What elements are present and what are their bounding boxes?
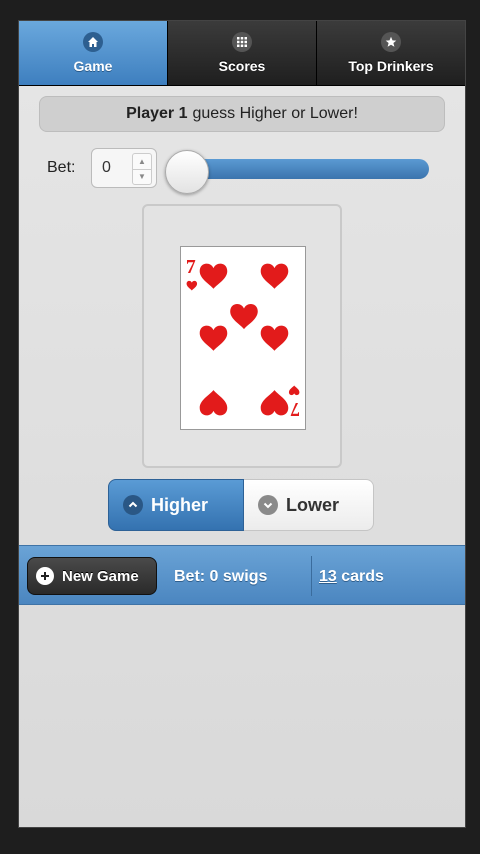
cards-label: cards [341, 568, 384, 585]
stepper-up-icon[interactable]: ▲ [133, 154, 151, 170]
cards-count[interactable]: 13 [319, 568, 337, 585]
tab-top-drinkers[interactable]: Top Drinkers [317, 21, 465, 85]
svg-text:7: 7 [290, 398, 300, 420]
divider [311, 556, 312, 596]
grid-icon [232, 32, 252, 52]
cards-remaining[interactable]: 13 cards [319, 568, 384, 586]
chevron-up-icon [123, 495, 143, 515]
chevron-down-icon [258, 495, 278, 515]
home-icon [83, 32, 103, 52]
plus-icon [36, 567, 54, 585]
bet-slider-handle[interactable] [165, 150, 209, 194]
tab-game-label: Game [73, 58, 113, 74]
player-name: Player 1 [126, 105, 188, 122]
tab-scores-label: Scores [218, 58, 266, 74]
card-area: 7 7 [142, 204, 342, 468]
higher-button[interactable]: Higher [108, 479, 244, 531]
tab-top-drinkers-label: Top Drinkers [348, 58, 434, 74]
navbar: Game Scores Top Drinkers [19, 21, 465, 86]
bet-input[interactable]: 0 ▲ ▼ [91, 148, 157, 188]
stepper-down-icon[interactable]: ▼ [133, 169, 151, 184]
lower-button[interactable]: Lower [244, 479, 374, 531]
app-frame: Game Scores Top Drinkers Player 1 guess … [18, 20, 466, 828]
bet-value: 0 [102, 159, 111, 176]
bet-label: Bet: [47, 159, 76, 176]
footer-toolbar: New Game Bet: 0 swigs 13 cards [19, 545, 465, 605]
new-game-button[interactable]: New Game [27, 557, 157, 595]
bet-stepper[interactable]: ▲ ▼ [132, 153, 152, 185]
banner-text: guess Higher or Lower! [192, 105, 358, 122]
playing-card-seven-of-hearts: 7 7 [180, 246, 306, 430]
higher-label: Higher [151, 494, 209, 515]
tab-scores[interactable]: Scores [168, 21, 317, 85]
svg-text:7: 7 [186, 256, 196, 278]
star-icon [381, 32, 401, 52]
new-game-label: New Game [62, 567, 139, 585]
turn-banner: Player 1 guess Higher or Lower! [39, 96, 445, 132]
tab-game[interactable]: Game [19, 21, 168, 85]
lower-label: Lower [286, 494, 340, 515]
bet-status: Bet: 0 swigs [174, 568, 268, 585]
